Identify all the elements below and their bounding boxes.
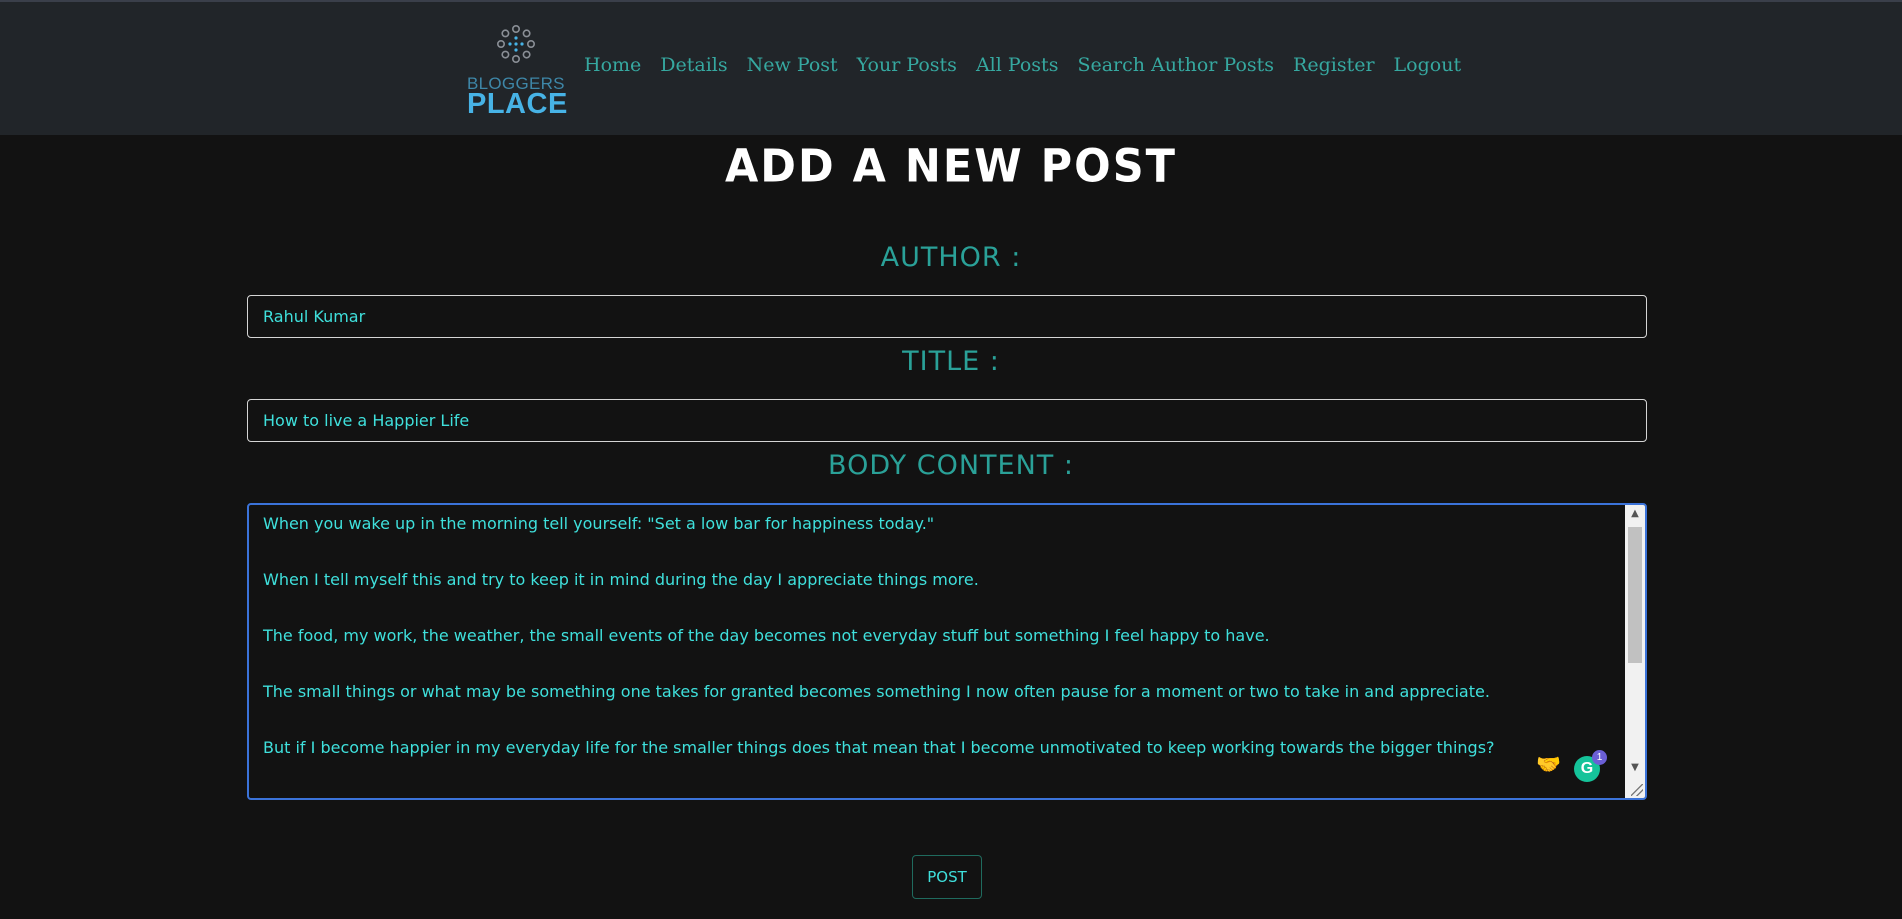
body-paragraph: When I tell myself this and try to keep … [263,570,979,589]
scroll-up-arrow-icon[interactable]: ▲ [1625,507,1645,521]
nav-your-posts[interactable]: Your Posts [857,54,957,76]
page-title: ADD A NEW POST [724,140,1178,194]
nav-links: Home Details New Post Your Posts All Pos… [584,54,1480,76]
nav-all-posts[interactable]: All Posts [976,54,1059,76]
body-paragraph: But if I become happier in my everyday l… [263,738,1495,757]
nav-register[interactable]: Register [1293,54,1375,76]
body-content-text: When you wake up in the morning tell you… [263,513,1593,793]
nav-logout[interactable]: Logout [1394,54,1462,76]
post-button[interactable]: POST [912,855,982,899]
title-input[interactable]: How to live a Happier Life [247,399,1647,442]
navbar: BLOGGERS PLACE Home Details New Post You… [0,2,1902,135]
author-label: AUTHOR : [880,242,1022,273]
scrollbar-thumb[interactable] [1628,527,1642,663]
body-paragraph: When you wake up in the morning tell you… [263,514,935,533]
body-paragraph: The small things or what may be somethin… [263,682,1490,701]
title-label: TITLE : [902,346,1000,377]
nav-new-post[interactable]: New Post [747,54,838,76]
logo-text-place: PLACE [467,88,568,120]
logo-dots-icon [496,24,535,63]
body-paragraph: The food, my work, the weather, the smal… [263,626,1270,645]
scroll-down-arrow-icon[interactable]: ▼ [1625,761,1645,775]
resize-grip-icon[interactable] [1631,784,1643,796]
textarea-scrollbar[interactable]: ▲ ▼ [1625,505,1645,798]
handshake-icon[interactable]: 🤝 [1536,754,1564,774]
nav-home[interactable]: Home [584,54,641,76]
body-content-label: BODY CONTENT : [828,450,1074,481]
grammarly-count-badge: 1 [1592,750,1607,765]
body-content-textarea[interactable]: When you wake up in the morning tell you… [247,503,1647,800]
nav-details[interactable]: Details [660,54,727,76]
author-input[interactable]: Rahul Kumar [247,295,1647,338]
site-logo[interactable]: BLOGGERS PLACE [465,24,575,120]
nav-search-author-posts[interactable]: Search Author Posts [1077,54,1274,76]
